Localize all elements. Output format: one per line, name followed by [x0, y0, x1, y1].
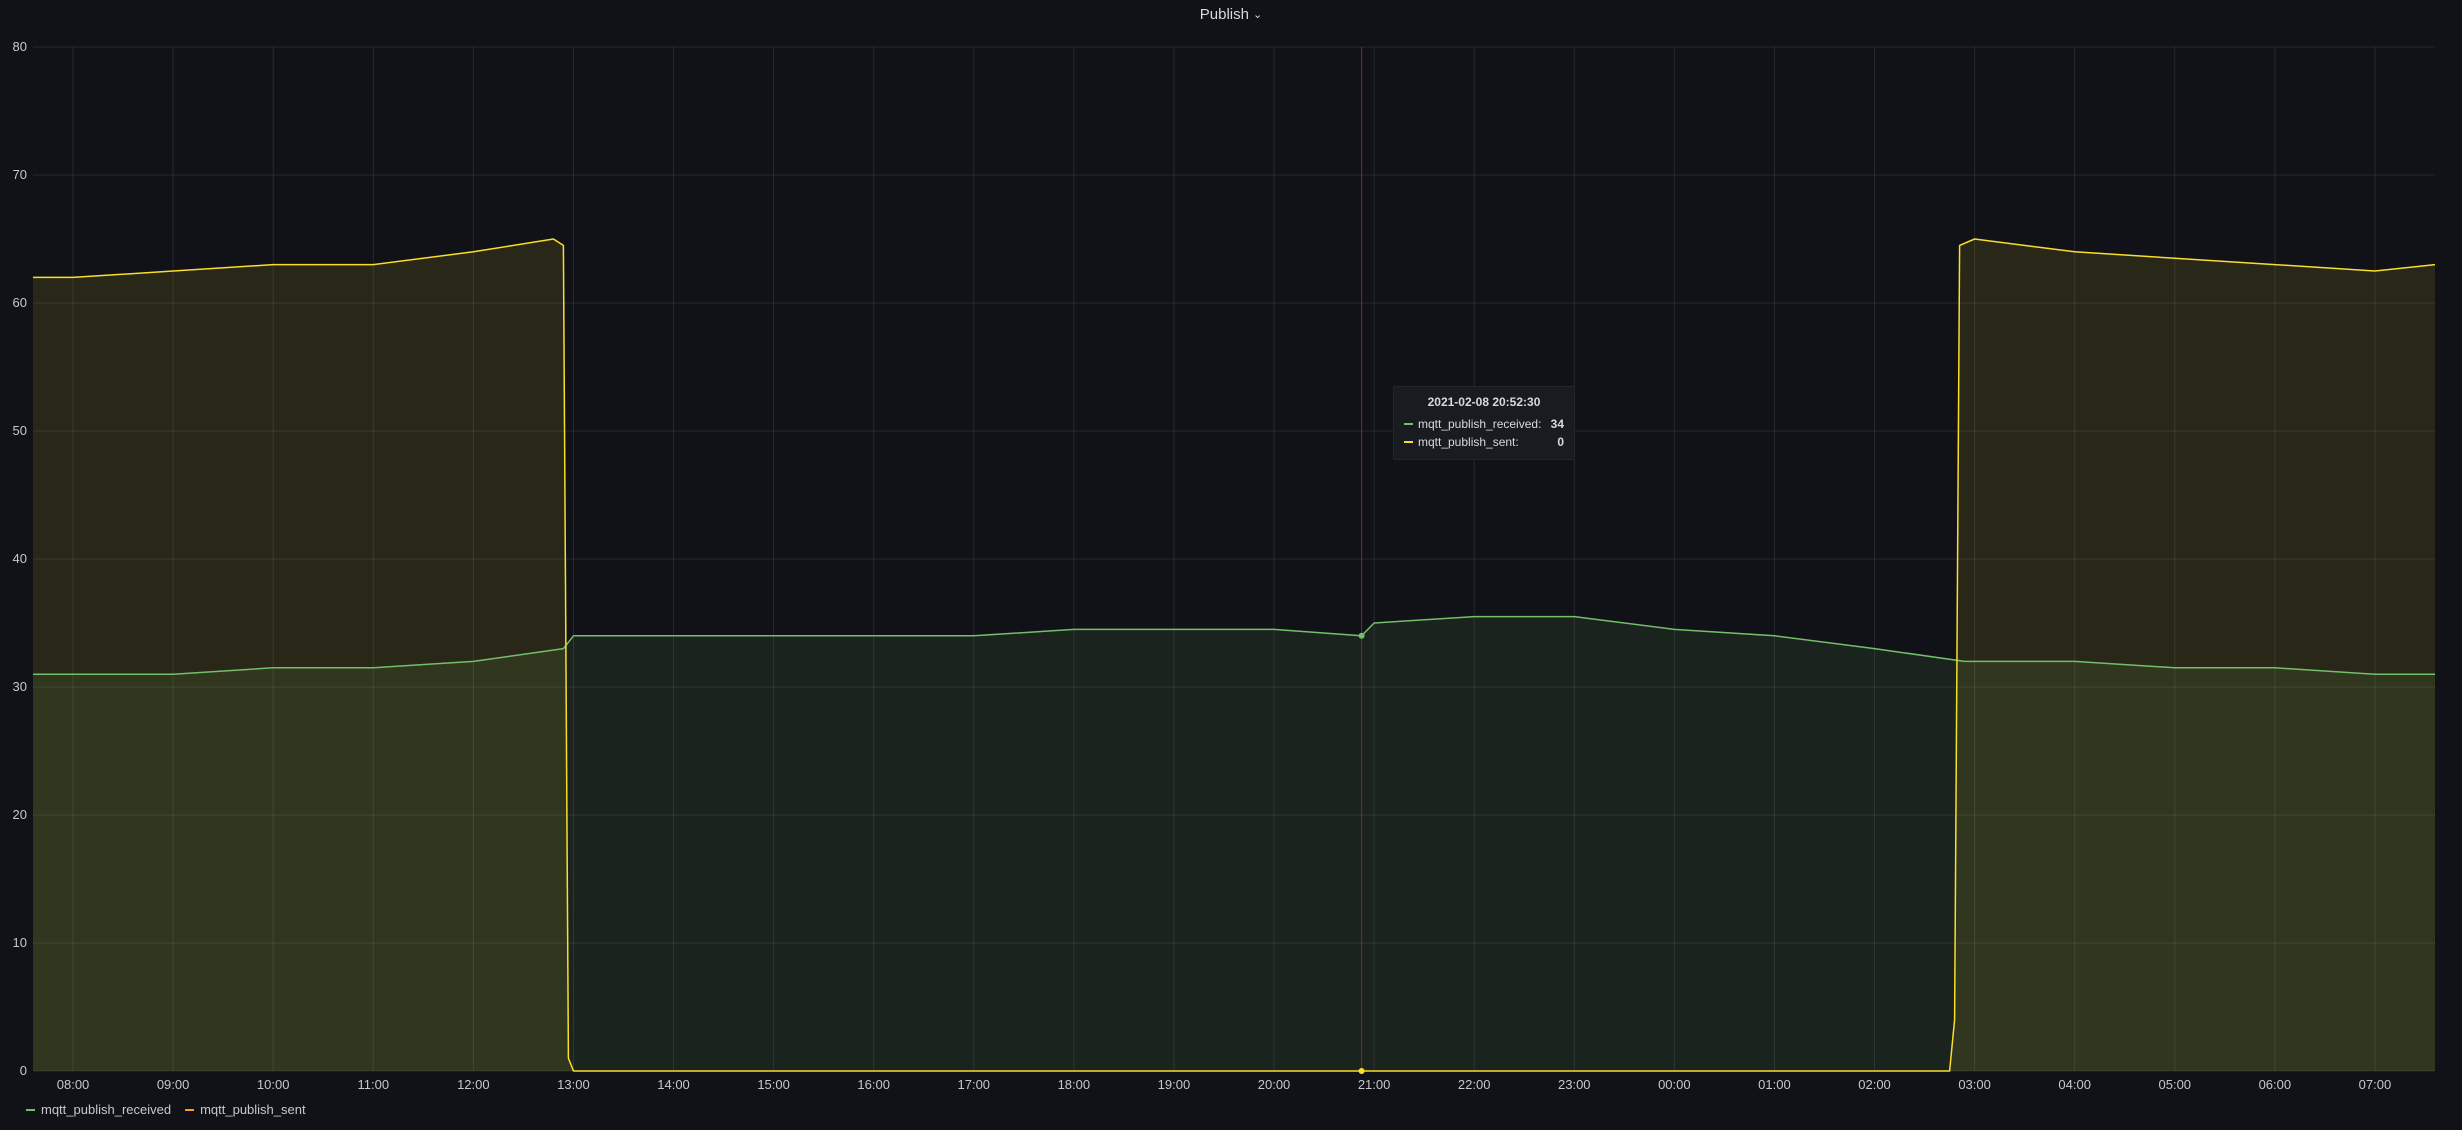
cursor-point-received [1358, 632, 1365, 639]
legend-label: mqtt_publish_received [41, 1102, 172, 1117]
chart-plot-area[interactable]: 0 10 20 30 40 50 60 70 80 08:00 09:00 10:00 11:00 12:… [0, 0, 2462, 1130]
tooltip-series-name: mqtt_publish_sent: [1418, 435, 1519, 449]
tooltip-series-value: 0 [1557, 435, 1564, 449]
legend-label: mqtt_publish_sent [200, 1102, 306, 1117]
y-tick-label: 50 [13, 423, 27, 438]
tooltip-row-sent: mqtt_publish_sent: 0 [1404, 433, 1564, 451]
x-tick-label: 12:00 [457, 1077, 490, 1092]
x-tick-label: 01:00 [1758, 1077, 1791, 1092]
x-tick-label: 19:00 [1158, 1077, 1191, 1092]
x-tick-label: 05:00 [2159, 1077, 2192, 1092]
x-tick-label: 03:00 [1958, 1077, 1991, 1092]
x-tick-label: 20:00 [1258, 1077, 1291, 1092]
cursor-point-sent [1358, 1068, 1365, 1074]
tooltip-series-value: 34 [1550, 417, 1564, 431]
x-tick-label: 02:00 [1858, 1077, 1891, 1092]
x-tick-label: 10:00 [257, 1077, 290, 1092]
x-tick-label: 00:00 [1658, 1077, 1691, 1092]
x-tick-label: 06:00 [2259, 1077, 2292, 1092]
y-tick-label: 80 [13, 39, 27, 54]
legend-item-sent[interactable]: mqtt_publish_sent [185, 1102, 306, 1117]
x-tick-label: 17:00 [958, 1077, 991, 1092]
x-tick-label: 04:00 [2058, 1077, 2091, 1092]
tooltip-time: 2021-02-08 20:52:30 [1427, 395, 1541, 409]
series-areas [33, 239, 2435, 1071]
graph-panel: Publish ⌄ 0 10 20 30 40 50 60 70 80 08:00 09:00 10:0… [0, 0, 2462, 1130]
chart-legend: mqtt_publish_received mqtt_publish_sent [26, 1102, 306, 1117]
x-tick-label: 18:00 [1058, 1077, 1091, 1092]
y-tick-label: 0 [20, 1063, 27, 1078]
y-tick-label: 10 [13, 935, 27, 950]
hover-tooltip: 2021-02-08 20:52:30 mqtt_publish_receive… [1393, 386, 1575, 460]
x-tick-label: 23:00 [1558, 1077, 1591, 1092]
x-tick-label: 22:00 [1458, 1077, 1491, 1092]
y-tick-label: 30 [13, 679, 27, 694]
x-tick-label: 14:00 [657, 1077, 690, 1092]
y-tick-label: 70 [13, 167, 27, 182]
legend-item-received[interactable]: mqtt_publish_received [26, 1102, 171, 1117]
tooltip-series-name: mqtt_publish_received: [1418, 417, 1542, 431]
legend-swatch-sent [185, 1108, 195, 1111]
x-tick-label: 08:00 [57, 1077, 90, 1092]
y-tick-label: 20 [13, 807, 27, 822]
legend-swatch-received [26, 1108, 35, 1111]
x-tick-label: 16:00 [857, 1077, 890, 1092]
y-tick-label: 40 [13, 551, 27, 566]
tooltip-row-received: mqtt_publish_received: 34 [1404, 415, 1564, 433]
x-tick-label: 07:00 [2359, 1077, 2392, 1092]
tooltip-swatch-received [1404, 423, 1413, 425]
x-tick-label: 21:00 [1358, 1077, 1391, 1092]
y-tick-label: 60 [13, 295, 27, 310]
tooltip-swatch-sent [1404, 441, 1413, 443]
x-tick-label: 13:00 [557, 1077, 590, 1092]
x-tick-label: 09:00 [157, 1077, 190, 1092]
x-tick-label: 15:00 [757, 1077, 790, 1092]
x-tick-label: 11:00 [357, 1077, 389, 1092]
